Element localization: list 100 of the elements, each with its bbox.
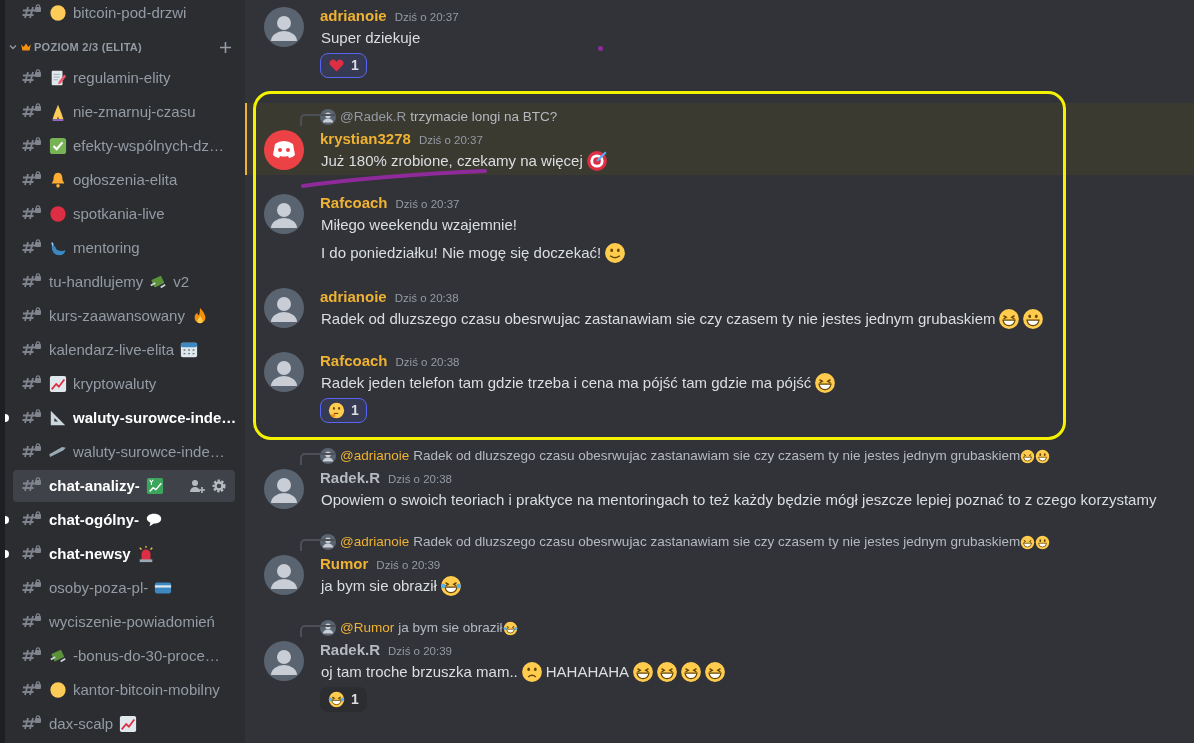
channel-item[interactable]: dax-scalp (13, 708, 235, 740)
channel-name: kurs-zaawansowany (49, 306, 185, 326)
grinning-face-icon (1022, 308, 1045, 330)
channel-item[interactable]: osoby-poza-pl- (13, 572, 235, 604)
channel-name: chat-analizy- (49, 476, 140, 496)
channel-item[interactable]: waluty-surowce-inde… (13, 402, 235, 434)
record-dot-icon (49, 205, 67, 223)
channel-item[interactable]: kryptowaluty (13, 368, 235, 400)
message-text: Radek jeden telefon tam gdzie trzeba i cena ma pójść tam gdzie ma pójść (320, 372, 813, 393)
reply-author[interactable]: @Rumor (340, 617, 395, 639)
avatar[interactable] (264, 555, 304, 595)
channel-name: waluty-surowce-inde… (73, 442, 225, 462)
avatar[interactable] (264, 641, 304, 681)
message-text: Radek od dluzszego czasu obesrwujac zastanawiam sie czy czasem ty nie jestes jednym grubaskiem (320, 308, 997, 329)
avatar (320, 534, 336, 550)
channel-name: osoby-poza-pl- (49, 578, 149, 598)
reply-author[interactable]: @adrianoie (340, 531, 410, 553)
grinning-face-icon (1035, 448, 1051, 464)
reaction-pill[interactable]: 1 (320, 53, 367, 78)
settings-icon[interactable] (211, 478, 227, 494)
author-name[interactable]: Rumor (320, 553, 369, 576)
channel-item[interactable]: efekty-wspólnych-dz… (13, 130, 235, 162)
avatar (320, 109, 336, 125)
avatar[interactable] (264, 352, 304, 392)
channel-name: v2 (173, 272, 190, 292)
avatar[interactable] (264, 7, 304, 47)
chevron-down-icon[interactable] (8, 42, 18, 52)
timestamp: Dziś o 20:39 (376, 558, 441, 573)
channel-item[interactable]: kalendarz-live-elita (13, 334, 235, 366)
avatar[interactable] (264, 194, 304, 234)
laughing-face-icon (632, 661, 655, 683)
channel-item[interactable]: kurs-zaawansowany (13, 300, 235, 332)
timestamp: Dziś o 20:37 (418, 133, 483, 148)
timestamp: Dziś o 20:37 (395, 197, 460, 212)
avatar[interactable] (264, 469, 304, 509)
bell-icon (49, 171, 67, 189)
channel-name: regulamin-elity (73, 68, 171, 88)
avatar[interactable] (264, 288, 304, 328)
channel-name: bitcoin-pod-drzwi (73, 3, 187, 23)
reaction-pill[interactable]: 1 (320, 398, 367, 423)
tears-of-joy-face-icon (502, 620, 518, 636)
channel-name: tu-handlujemy (49, 272, 144, 292)
channel-item[interactable]: -bonus-do-30-proce… (13, 640, 235, 672)
channel-name: chat-newsy (49, 544, 131, 564)
plus-icon[interactable] (219, 40, 232, 54)
reply-author[interactable]: @Radek.R (340, 106, 407, 128)
message-text: Radek od dluzszego czasu obesrwujac zastanawiam sie czy czasem ty nie jestes jednym grubaskiem (413, 446, 1021, 465)
reply-connector (300, 625, 336, 637)
author-name[interactable]: Radek.R (320, 639, 381, 662)
tears-of-joy-face-icon (328, 691, 345, 708)
reply-connector (300, 539, 336, 551)
channel-item[interactable]: regulamin-elity (13, 62, 235, 94)
target-icon (585, 150, 608, 172)
channel-item[interactable]: chat-ogólny- (13, 504, 235, 536)
message-text: HAHAHAHA (544, 661, 631, 682)
speech-bubble-icon (145, 511, 163, 529)
timestamp: Dziś o 20:38 (388, 472, 452, 487)
author-name[interactable]: Rafcoach (320, 192, 388, 215)
channel-item[interactable]: chat-analizy- (13, 470, 235, 502)
author-name[interactable]: Rafcoach (320, 350, 388, 373)
channel-item[interactable]: bitcoin-pod-drzwi (13, 0, 235, 29)
author-name[interactable]: Radek.R (320, 467, 381, 490)
channel-name: nie-zmarnuj-czasu (73, 102, 196, 122)
message-text: I do poniedziałku! Nie mogę się doczekać! (320, 242, 603, 263)
author-name[interactable]: adrianoie (320, 286, 387, 309)
heart-icon (328, 57, 345, 74)
avatar (320, 620, 336, 636)
channel-item[interactable]: tu-handlujemy v2 (13, 266, 235, 298)
category-label[interactable]: POZIOM 2/3 (ELITA) (34, 38, 143, 56)
channel-item[interactable]: kantor-bitcoin-mobilny (13, 674, 235, 706)
channel-item[interactable]: ogłoszenia-elita (13, 164, 235, 196)
message-text: ja bym sie obraził (320, 575, 438, 596)
money-with-wings-icon (49, 647, 67, 665)
reply-connector (300, 453, 336, 465)
avatar (320, 448, 336, 464)
channel-item[interactable]: spotkania-live (13, 198, 235, 230)
reaction-pill[interactable]: 1 (320, 687, 367, 712)
author-name[interactable]: adrianoie (320, 5, 387, 28)
channel-name: efekty-wspólnych-dz… (73, 136, 224, 156)
pen-icon (49, 446, 67, 458)
channel-item[interactable]: chat-newsy (13, 538, 235, 570)
channel-name: dax-scalp (49, 714, 114, 734)
channel-item[interactable]: waluty-surowce-inde… (13, 436, 235, 468)
laughing-face-icon (1020, 448, 1036, 464)
calendar-icon (180, 341, 199, 359)
message-text: Radek od dluzszego czasu obesrwujac zastanawiam sie czy czasem ty nie jestes jednym grubaskiem (413, 532, 1021, 551)
channel-item[interactable]: mentoring (13, 232, 235, 264)
reply-connector (300, 114, 336, 126)
crown-icon (20, 41, 32, 53)
channel-item[interactable]: nie-zmarnuj-czasu (13, 96, 235, 128)
channel-name: kantor-bitcoin-mobilny (73, 680, 220, 700)
reply-author[interactable]: @adrianoie (340, 445, 410, 467)
laughing-face-icon (656, 661, 679, 683)
add-member-icon[interactable] (189, 478, 205, 494)
timestamp: Dziś o 20:39 (388, 644, 452, 659)
author-name[interactable]: krystian3278 (320, 128, 411, 151)
laughing-face-icon (704, 661, 727, 683)
coin-icon (49, 681, 67, 699)
avatar[interactable] (264, 130, 304, 170)
channel-item[interactable]: wyciszenie-powiadomień (13, 606, 235, 638)
